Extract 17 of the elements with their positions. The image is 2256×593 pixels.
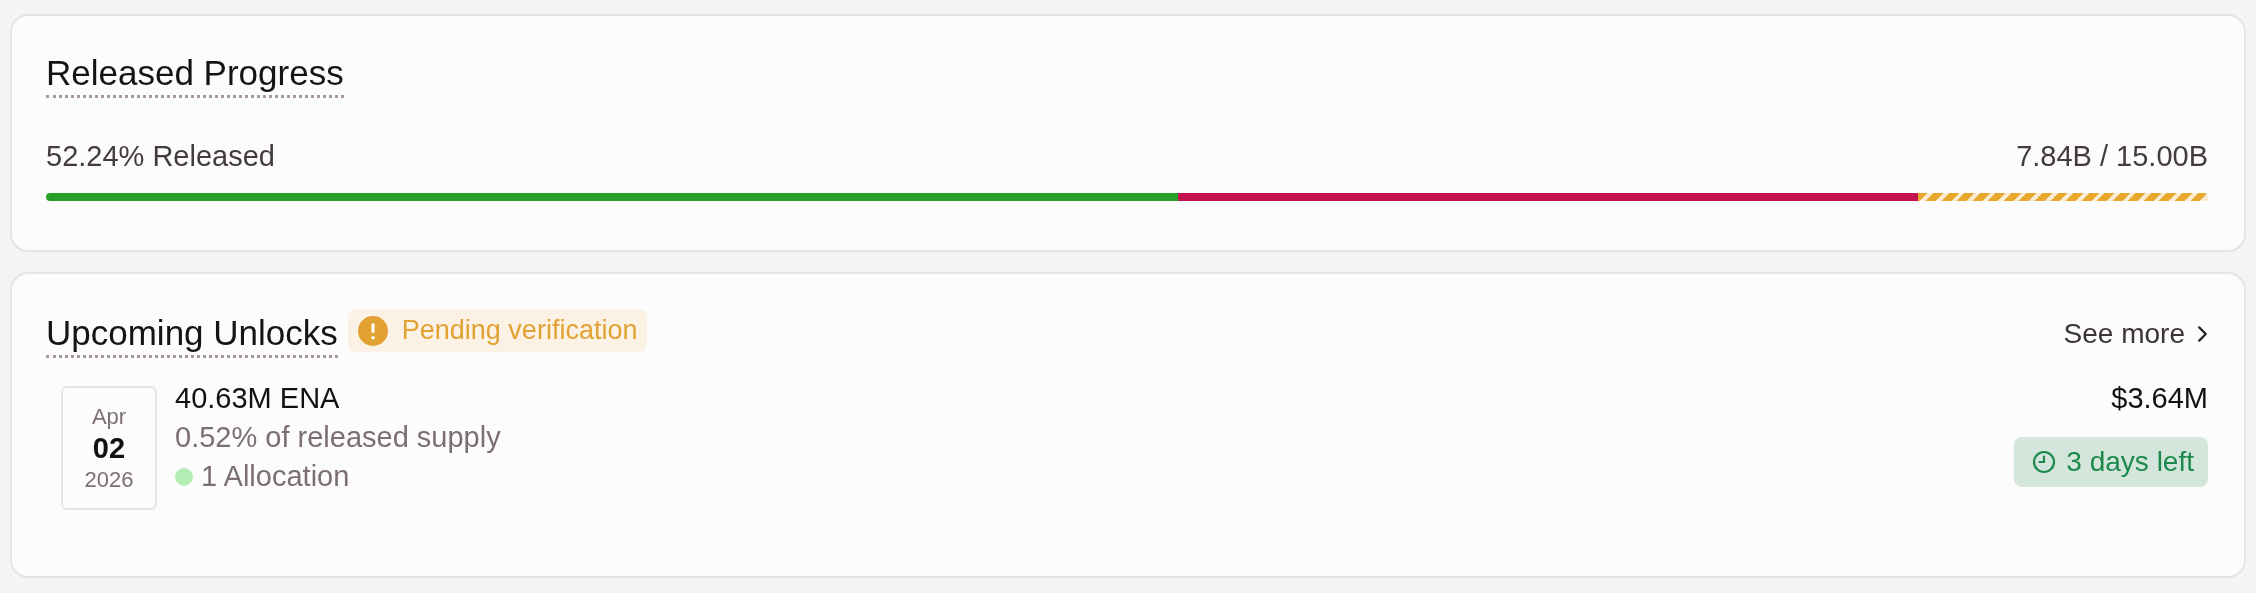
date-year: 2026 [84,466,134,493]
unlock-amount: 40.63M ENA [175,382,341,415]
section-title: Upcoming Unlocks [46,312,338,358]
allocation-count: 1 Allocation [201,460,350,493]
unlock-value: $3.64M [2111,382,2208,415]
date-month: Apr [91,403,127,430]
chevron-right-icon [2197,325,2208,343]
supply-share: 0.52% of released supply [175,421,501,454]
badge-text: Pending verification [401,315,638,346]
released-amount: 7.84B / 15.00B [2016,140,2208,173]
see-more-link[interactable]: See more [2063,318,2208,350]
time-left-text: 3 days left [2066,446,2194,478]
section-title: Released Progress [46,52,344,98]
released-percent: 52.24% Released [46,140,275,173]
date-day: 02 [92,431,126,465]
warning-icon [357,315,388,346]
clock-icon [2032,450,2057,474]
